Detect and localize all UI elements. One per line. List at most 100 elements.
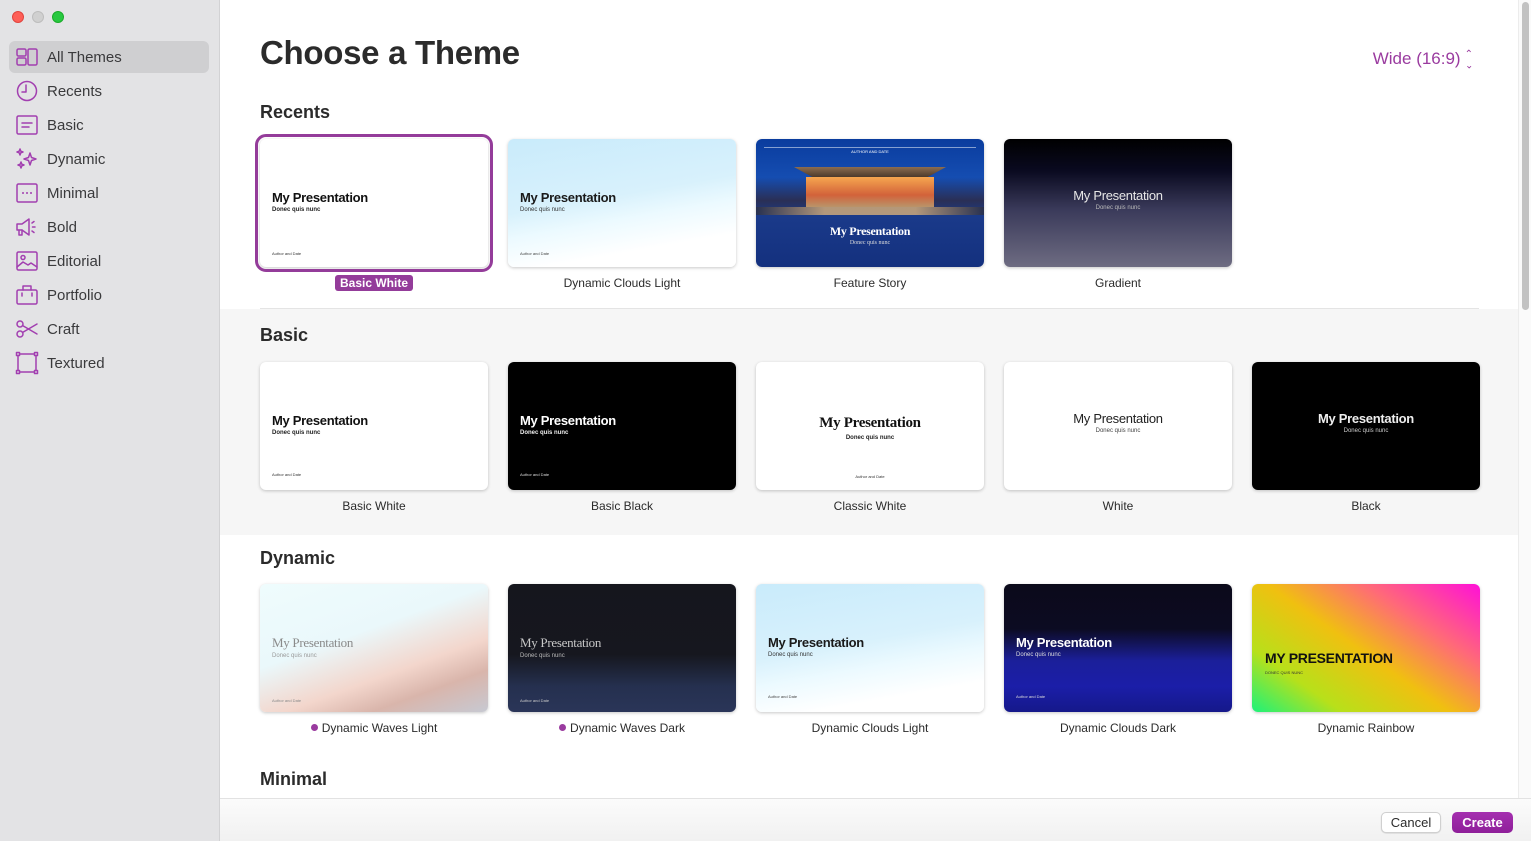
slide-author: Author and Date (855, 474, 885, 479)
sidebar: All Themes Recents Basic Dynamic Minimal… (0, 0, 220, 841)
theme-card-gradient[interactable]: My Presentation Donec quis nunc Gradient (1004, 139, 1232, 290)
slide-title: My Presentation (272, 635, 354, 650)
theme-thumbnail[interactable]: My Presentation Donec quis nunc (1004, 139, 1232, 267)
theme-name: Basic Black (590, 499, 654, 513)
scrollbar-thumb[interactable] (1522, 2, 1529, 310)
slide-subtitle: Donec quis nunc (520, 207, 565, 213)
sidebar-item-label: Minimal (47, 184, 99, 202)
sidebar-item-textured[interactable]: Textured (9, 347, 209, 379)
sidebar-item-label: Dynamic (47, 150, 106, 168)
slide-title: My Presentation (829, 224, 911, 238)
slide-title: My Presentation (272, 190, 368, 205)
theme-thumbnail[interactable]: My Presentation Donec quis nunc Author a… (508, 139, 736, 267)
slide-title: My Presentation (819, 415, 921, 431)
section-title: Minimal (260, 769, 328, 789)
theme-card-feature-story[interactable]: My Presentation Donec quis nunc AUTHOR A… (756, 139, 984, 290)
theme-thumbnail[interactable]: My Presentation Donec quis nunc Author a… (508, 584, 736, 712)
theme-card-basic-black[interactable]: My Presentation Donec quis nunc Author a… (508, 362, 736, 513)
sidebar-item-basic[interactable]: Basic (9, 109, 209, 141)
theme-name: Dynamic Waves Light (260, 721, 488, 735)
maximize-window-button[interactable] (52, 11, 64, 23)
chevron-up-down-icon: ⌃ ⌃ (1464, 49, 1473, 70)
theme-thumbnail[interactable]: MY PRESENTATION DONEC QUIS NUNC (1252, 584, 1480, 712)
slide-author: Author and Date (520, 472, 550, 477)
sidebar-item-label: Bold (47, 218, 78, 236)
cancel-button[interactable]: Cancel (1381, 812, 1441, 833)
theme-name: Basic White (260, 275, 488, 291)
sidebar-item-recents[interactable]: Recents (9, 75, 209, 107)
theme-thumbnail[interactable]: My Presentation Donec quis nunc AUTHOR A… (756, 139, 984, 267)
slide-title: MY PRESENTATION (1265, 650, 1393, 666)
sidebar-item-portfolio[interactable]: Portfolio (9, 279, 209, 311)
slide-title: My Presentation (768, 635, 864, 650)
frame-icon (15, 351, 39, 375)
sidebar-item-editorial[interactable]: Editorial (9, 245, 209, 277)
theme-card-basic-white[interactable]: My Presentation Donec quis nunc Author a… (260, 362, 488, 513)
theme-thumbnail[interactable]: My Presentation Donec quis nunc Author a… (255, 134, 493, 272)
slide-subtitle: Donec quis nunc (1016, 652, 1061, 658)
theme-thumbnail[interactable]: My Presentation Donec quis nunc Author a… (508, 362, 736, 490)
theme-thumbnail[interactable]: My Presentation Donec quis nunc Author a… (260, 584, 488, 712)
theme-name: Dynamic Clouds Light (811, 721, 929, 735)
slide-subtitle: Donec quis nunc (849, 240, 891, 246)
theme-thumbnail[interactable]: My Presentation Donec quis nunc Author a… (756, 584, 984, 712)
sidebar-item-craft[interactable]: Craft (9, 313, 209, 345)
slide-subtitle: Donec quis nunc (272, 207, 321, 213)
slide-author: Author and Date (272, 472, 302, 477)
slide-title: My Presentation (520, 190, 616, 205)
close-window-button[interactable] (12, 11, 24, 23)
slide-subtitle: Donec quis nunc (845, 435, 895, 441)
all-themes-icon (15, 45, 39, 69)
theme-card-dynamic-waves-light[interactable]: My Presentation Donec quis nunc Author a… (260, 584, 488, 735)
theme-chooser-window: All Themes Recents Basic Dynamic Minimal… (0, 0, 1531, 841)
slide-author: AUTHOR AND DATE (851, 149, 889, 154)
slide-subtitle: Donec quis nunc (272, 430, 321, 436)
slide-size-value: Wide (16:9) (1372, 49, 1461, 68)
theme-card-dynamic-clouds-light[interactable]: My Presentation Donec quis nunc Author a… (756, 584, 984, 735)
slide-subtitle: DONEC QUIS NUNC (1265, 670, 1304, 675)
theme-thumbnail[interactable]: My Presentation Donec quis nunc (1252, 362, 1480, 490)
theme-card-dynamic-clouds-light-recent[interactable]: My Presentation Donec quis nunc Author a… (508, 139, 736, 290)
minimize-window-button[interactable] (32, 11, 44, 23)
section-title: Recents (260, 102, 331, 122)
section-minimal: Minimal (220, 757, 1520, 798)
sidebar-nav: All Themes Recents Basic Dynamic Minimal… (9, 41, 209, 381)
sidebar-item-all-themes[interactable]: All Themes (9, 41, 209, 73)
slide-author: Author and Date (768, 694, 798, 699)
slide-title: My Presentation (1073, 411, 1163, 426)
create-button[interactable]: Create (1452, 812, 1513, 833)
sidebar-item-label: Craft (47, 320, 80, 338)
slide-subtitle: Donec quis nunc (768, 652, 813, 658)
sidebar-item-label: Recents (47, 82, 103, 100)
sidebar-item-label: Textured (47, 354, 105, 372)
section-dynamic: Dynamic My Presentation Donec quis nunc … (220, 535, 1520, 757)
photo-icon (15, 249, 39, 273)
theme-card-basic-white-recent[interactable]: My Presentation Donec quis nunc Author a… (255, 134, 493, 291)
sidebar-item-bold[interactable]: Bold (9, 211, 209, 243)
theme-card-dynamic-clouds-dark[interactable]: My Presentation Donec quis nunc Author a… (1004, 584, 1232, 735)
scissors-icon (15, 317, 39, 341)
sparkles-icon (15, 147, 39, 171)
slide-author: Author and Date (272, 698, 302, 703)
theme-card-dynamic-waves-dark[interactable]: My Presentation Donec quis nunc Author a… (508, 584, 736, 735)
theme-gallery: Choose a Theme Wide (16:9) ⌃ ⌃ Recents My… (220, 0, 1531, 841)
basic-icon (15, 113, 39, 137)
vertical-scrollbar[interactable] (1518, 0, 1531, 798)
theme-thumbnail[interactable]: My Presentation Donec quis nunc Author a… (1004, 584, 1232, 712)
slide-author: Author and Date (272, 251, 302, 256)
theme-card-classic-white[interactable]: My Presentation Donec quis nunc Author a… (756, 362, 984, 513)
sidebar-item-dynamic[interactable]: Dynamic (9, 143, 209, 175)
theme-name: Dynamic Rainbow (1317, 721, 1415, 735)
page-title: Choose a Theme (260, 34, 520, 71)
theme-thumbnail[interactable]: My Presentation Donec quis nunc Author a… (260, 362, 488, 490)
theme-thumbnail[interactable]: My Presentation Donec quis nunc Author a… (756, 362, 984, 490)
theme-card-dynamic-rainbow[interactable]: MY PRESENTATION DONEC QUIS NUNC Dynamic … (1252, 584, 1480, 735)
slide-title: My Presentation (1073, 188, 1163, 203)
theme-name: Dynamic Clouds Dark (1059, 721, 1177, 735)
theme-card-black[interactable]: My Presentation Donec quis nunc Black (1252, 362, 1480, 513)
theme-thumbnail[interactable]: My Presentation Donec quis nunc (1004, 362, 1232, 490)
section-recents: Recents My Presentation Donec quis nunc … (220, 95, 1520, 295)
theme-card-white[interactable]: My Presentation Donec quis nunc White (1004, 362, 1232, 513)
slide-size-select[interactable]: Wide (16:9) ⌃ ⌃ (1373, 49, 1473, 69)
sidebar-item-minimal[interactable]: Minimal (9, 177, 209, 209)
